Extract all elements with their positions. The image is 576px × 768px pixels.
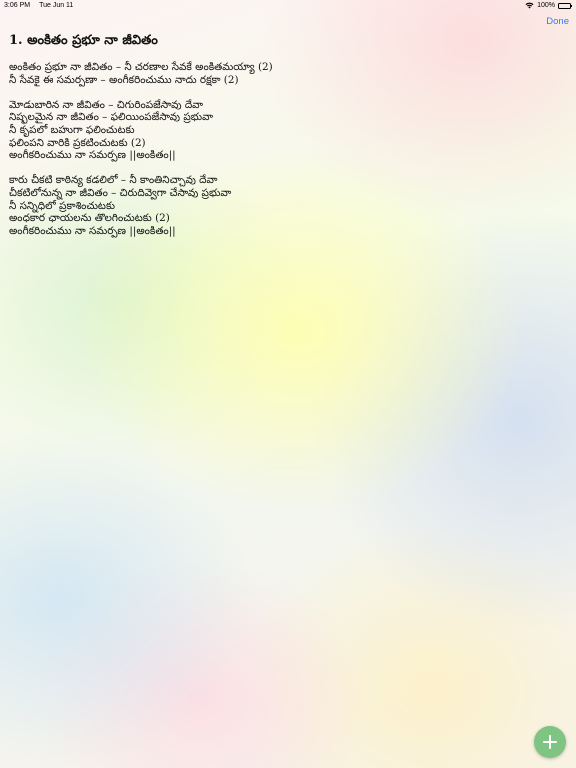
- lyric-line: మోడుబారిన నా జీవితం – చిగురింపజేసావు దేవ…: [9, 98, 204, 111]
- lyric-line: నీ కృపలో బహుగా ఫలించుటకు: [9, 123, 135, 136]
- lyric-line: నీ సన్నిధిలో ప్రకాశించుటకు: [9, 199, 115, 212]
- stanza: మోడుబారిన నా జీవితం – చిగురింపజేసావు దేవ…: [9, 99, 569, 162]
- lyric-line: అంధకార ఛాయలను తొలగించుటకు (2): [9, 212, 170, 225]
- lyric-line: అంగీకరించుము నా సమర్పణ ||అంకితం||: [9, 224, 176, 237]
- battery-icon: [558, 2, 572, 9]
- stanza: అంకితం ప్రభూ నా జీవితం – నీ చరణాల సేవకే …: [9, 61, 569, 86]
- lyric-line: కారు చీకటి కాఠిన్య కడలిలో – నీ కాంతినిచ్…: [9, 174, 218, 187]
- wifi-icon: [525, 2, 534, 9]
- lyric-line: ఫలింపని వారికి ప్రకటించుటకు (2): [9, 136, 146, 149]
- status-bar: 3:06 PM Tue Jun 11 100%: [0, 0, 576, 12]
- battery-percent: 100%: [537, 2, 555, 9]
- done-button[interactable]: Done: [546, 16, 569, 27]
- status-left: 3:06 PM Tue Jun 11: [4, 2, 73, 9]
- lyric-line: నీ సేవకై ఈ సమర్పణా – అంగీకరించుము నాదు ర…: [9, 73, 239, 86]
- song-title: 1. అంకితం ప్రభూ నా జీవితం: [9, 33, 158, 48]
- stanza: కారు చీకటి కాఠిన్య కడలిలో – నీ కాంతినిచ్…: [9, 174, 569, 237]
- lyric-line: అంగీకరించుము నా సమర్పణ ||అంకితం||: [9, 149, 176, 162]
- lyric-line: చీకటిలోనున్న నా జీవితం – చిరుదివ్వెగా చే…: [9, 186, 232, 199]
- add-button[interactable]: [534, 726, 566, 758]
- status-right: 100%: [525, 2, 572, 9]
- lyric-line: నిష్ఫలమైన నా జీవితం – ఫలియింపజేసావు ప్రభ…: [9, 111, 214, 124]
- status-date: Tue Jun 11: [39, 2, 74, 9]
- song-lyrics: అంకితం ప్రభూ నా జీవితం – నీ చరణాల సేవకే …: [9, 61, 569, 250]
- lyric-line: అంకితం ప్రభూ నా జీవితం – నీ చరణాల సేవకే …: [9, 61, 273, 73]
- status-time: 3:06 PM: [4, 2, 31, 9]
- plus-icon: [542, 734, 558, 750]
